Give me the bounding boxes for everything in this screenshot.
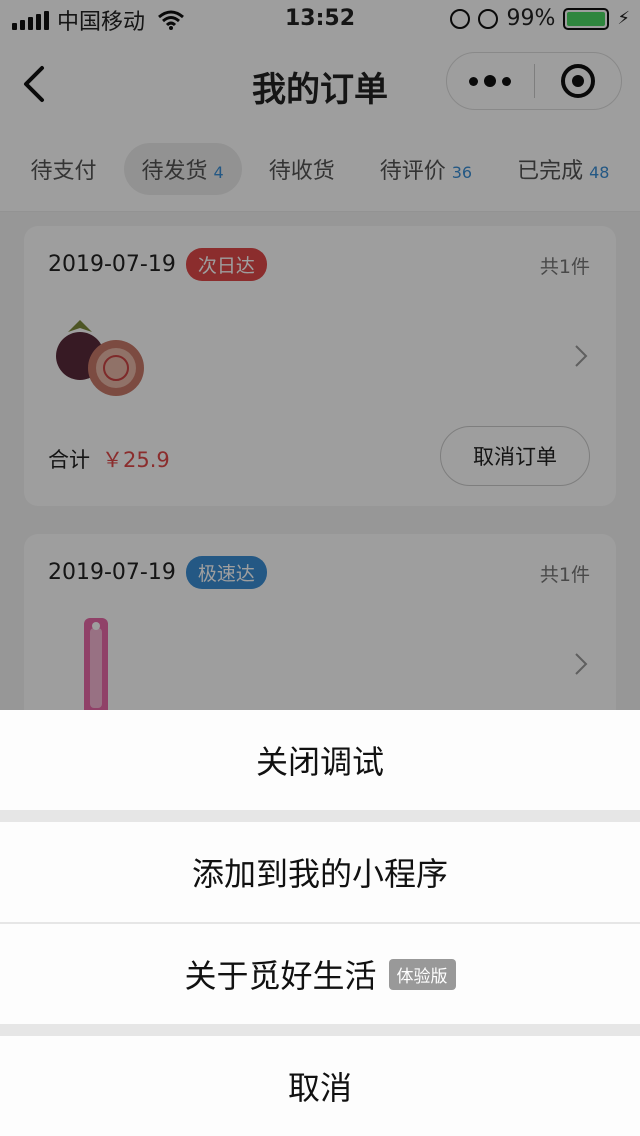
sheet-item-label: 关闭调试 xyxy=(255,743,384,781)
trial-version-badge: 体验版 xyxy=(388,958,456,990)
sheet-item-label: 关于觅好生活 xyxy=(184,957,377,995)
add-to-my-miniprograms-button[interactable]: 添加到我的小程序 xyxy=(0,822,640,922)
about-app-button[interactable]: 关于觅好生活 体验版 xyxy=(0,924,640,1024)
cancel-button[interactable]: 取消 xyxy=(0,1036,640,1136)
sheet-item-label: 取消 xyxy=(287,1069,352,1107)
sheet-item-label: 添加到我的小程序 xyxy=(191,855,448,893)
close-debug-button[interactable]: 关闭调试 xyxy=(0,710,640,810)
action-sheet: 关闭调试 添加到我的小程序 关于觅好生活 体验版 取消 xyxy=(0,710,640,1136)
